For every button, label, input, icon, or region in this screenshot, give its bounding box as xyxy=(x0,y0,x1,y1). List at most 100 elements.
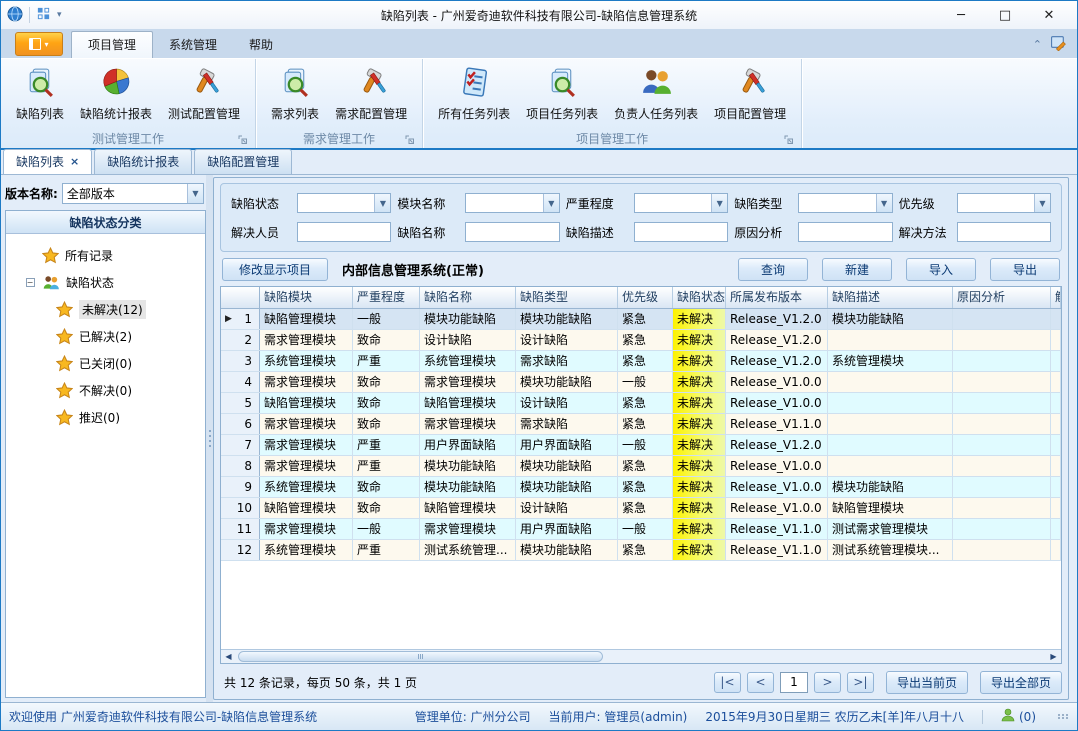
ribbon-button-defect-list[interactable]: 缺陷列表 xyxy=(9,63,71,125)
tree-item-wont-fix[interactable]: 不解决(0) xyxy=(10,377,201,404)
header-defect-name[interactable]: 缺陷名称 xyxy=(420,287,516,308)
cell-defect-module[interactable]: 系统管理模块 xyxy=(260,540,353,560)
ribbon-button-all-task-list[interactable]: 所有任务列表 xyxy=(431,63,517,125)
ribbon-help-icon[interactable] xyxy=(1050,34,1067,54)
cell-release-version[interactable]: Release_V1.2.0 xyxy=(726,435,828,455)
tree-item-all-records[interactable]: 所有记录 xyxy=(10,242,201,269)
cell-defect-module[interactable]: 缺陷管理模块 xyxy=(260,498,353,518)
cell-defect-name[interactable]: 测试系统管理... xyxy=(420,540,516,560)
table-row[interactable]: 10 缺陷管理模块 致命 缺陷管理模块 设计缺陷 紧急 未解决 Release_… xyxy=(221,498,1061,519)
cell-defect-status[interactable]: 未解决 xyxy=(673,498,726,518)
dialog-launcher-icon[interactable] xyxy=(405,134,415,144)
tree-item-unresolved[interactable]: 未解决(12) xyxy=(10,296,201,323)
next-page-button[interactable]: > xyxy=(814,672,841,693)
cell-cause-analysis[interactable] xyxy=(953,330,1051,350)
cell-priority[interactable]: 紧急 xyxy=(618,540,673,560)
header-defect-status[interactable]: 缺陷状态 xyxy=(673,287,726,308)
new-button[interactable]: 新建 xyxy=(822,258,892,281)
export-button[interactable]: 导出 xyxy=(990,258,1060,281)
cell-defect-type[interactable]: 设计缺陷 xyxy=(516,498,618,518)
cell-release-version[interactable]: Release_V1.0.0 xyxy=(726,372,828,392)
cell-defect-type[interactable]: 用户界面缺陷 xyxy=(516,435,618,455)
maximize-button[interactable]: □ xyxy=(983,2,1027,28)
cell-defect-module[interactable]: 需求管理模块 xyxy=(260,414,353,434)
doc-tab-defect-config-management[interactable]: 缺陷配置管理 xyxy=(194,149,292,174)
cell-defect-name[interactable]: 用户界面缺陷 xyxy=(420,435,516,455)
cell-defect-name[interactable]: 需求管理模块 xyxy=(420,519,516,539)
cell-severity[interactable]: 严重 xyxy=(353,435,420,455)
cell-cause-analysis[interactable] xyxy=(953,477,1051,497)
tab-help[interactable]: 帮助 xyxy=(233,32,289,58)
quick-access-grid-icon[interactable] xyxy=(36,6,51,24)
cell-cause-analysis[interactable] xyxy=(953,393,1051,413)
page-input[interactable] xyxy=(780,672,808,693)
cell-defect-status[interactable]: 未解决 xyxy=(673,519,726,539)
cell-defect-type[interactable]: 模块功能缺陷 xyxy=(516,372,618,392)
cell-cause-analysis[interactable] xyxy=(953,351,1051,371)
scroll-left-arrow-icon[interactable]: ◀ xyxy=(221,652,236,661)
close-button[interactable]: ✕ xyxy=(1027,2,1071,28)
cell-defect-status[interactable]: 未解决 xyxy=(673,456,726,476)
cell-defect-type[interactable]: 模块功能缺陷 xyxy=(516,456,618,476)
dialog-launcher-icon[interactable] xyxy=(784,134,794,144)
ribbon-button-project-config-management[interactable]: 项目配置管理 xyxy=(707,63,793,125)
resize-grip[interactable] xyxy=(1058,714,1069,719)
tree-item-postponed[interactable]: 推迟(0) xyxy=(10,404,201,431)
ribbon-button-test-config-management[interactable]: 测试配置管理 xyxy=(161,63,247,125)
cell-cause-analysis[interactable] xyxy=(953,414,1051,434)
ribbon-button-requirement-config-management[interactable]: 需求配置管理 xyxy=(328,63,414,125)
dropdown-arrow-icon[interactable]: ▼ xyxy=(374,194,390,212)
cell-defect-type[interactable]: 设计缺陷 xyxy=(516,330,618,350)
filter-defect-status-select[interactable]: ▼ xyxy=(297,193,391,213)
panel-splitter[interactable] xyxy=(206,175,213,702)
cell-defect-type[interactable]: 设计缺陷 xyxy=(516,393,618,413)
version-select[interactable]: 全部版本 ▼ xyxy=(62,183,204,204)
cell-severity[interactable]: 严重 xyxy=(353,540,420,560)
cell-defect-status[interactable]: 未解决 xyxy=(673,435,726,455)
table-row[interactable]: 4 需求管理模块 致命 需求管理模块 模块功能缺陷 一般 未解决 Release… xyxy=(221,372,1061,393)
cell-defect-module[interactable]: 需求管理模块 xyxy=(260,435,353,455)
table-row[interactable]: 9 系统管理模块 致命 模块功能缺陷 模块功能缺陷 紧急 未解决 Release… xyxy=(221,477,1061,498)
table-row[interactable]: 6 需求管理模块 致命 需求管理模块 需求缺陷 紧急 未解决 Release_V… xyxy=(221,414,1061,435)
table-row[interactable]: 12 系统管理模块 严重 测试系统管理... 模块功能缺陷 紧急 未解决 Rel… xyxy=(221,540,1061,561)
cell-defect-type[interactable]: 需求缺陷 xyxy=(516,414,618,434)
ribbon-button-defect-stats-report[interactable]: 缺陷统计报表 xyxy=(73,63,159,125)
cell-severity[interactable]: 致命 xyxy=(353,477,420,497)
cell-solution[interactable] xyxy=(1051,309,1061,329)
cell-defect-desc[interactable] xyxy=(828,330,953,350)
cell-severity[interactable]: 致命 xyxy=(353,393,420,413)
cell-priority[interactable]: 紧急 xyxy=(618,351,673,371)
cell-defect-module[interactable]: 需求管理模块 xyxy=(260,372,353,392)
table-row[interactable]: 3 系统管理模块 严重 系统管理模块 需求缺陷 紧急 未解决 Release_V… xyxy=(221,351,1061,372)
cell-solution[interactable] xyxy=(1051,456,1061,476)
cell-priority[interactable]: 紧急 xyxy=(618,477,673,497)
dropdown-arrow-icon[interactable]: ▼ xyxy=(876,194,892,212)
tree-item-defect-status[interactable]: − 缺陷状态 xyxy=(10,269,201,296)
doc-tab-defect-list[interactable]: 缺陷列表 × xyxy=(3,149,92,174)
cell-defect-status[interactable]: 未解决 xyxy=(673,309,726,329)
cell-cause-analysis[interactable] xyxy=(953,372,1051,392)
table-row[interactable]: 5 缺陷管理模块 致命 缺陷管理模块 设计缺陷 紧急 未解决 Release_V… xyxy=(221,393,1061,414)
cell-defect-desc[interactable]: 模块功能缺陷 xyxy=(828,477,953,497)
import-button[interactable]: 导入 xyxy=(906,258,976,281)
cell-release-version[interactable]: Release_V1.1.0 xyxy=(726,519,828,539)
dropdown-arrow-icon[interactable]: ▼ xyxy=(543,194,559,212)
table-row[interactable]: 7 需求管理模块 严重 用户界面缺陷 用户界面缺陷 一般 未解决 Release… xyxy=(221,435,1061,456)
cell-cause-analysis[interactable] xyxy=(953,540,1051,560)
cell-release-version[interactable]: Release_V1.0.0 xyxy=(726,477,828,497)
cell-severity[interactable]: 严重 xyxy=(353,456,420,476)
cell-cause-analysis[interactable] xyxy=(953,456,1051,476)
cell-cause-analysis[interactable] xyxy=(953,309,1051,329)
cell-defect-status[interactable]: 未解决 xyxy=(673,372,726,392)
cell-release-version[interactable]: Release_V1.2.0 xyxy=(726,351,828,371)
header-priority[interactable]: 优先级 xyxy=(618,287,673,308)
ribbon-button-project-task-list[interactable]: 项目任务列表 xyxy=(519,63,605,125)
collapse-node-icon[interactable]: − xyxy=(26,278,35,287)
filter-module-name-select[interactable]: ▼ xyxy=(465,193,559,213)
cell-severity[interactable]: 一般 xyxy=(353,309,420,329)
ribbon-button-requirement-list[interactable]: 需求列表 xyxy=(264,63,326,125)
cell-priority[interactable]: 紧急 xyxy=(618,498,673,518)
cell-priority[interactable]: 紧急 xyxy=(618,330,673,350)
cell-defect-desc[interactable] xyxy=(828,393,953,413)
cell-priority[interactable]: 紧急 xyxy=(618,414,673,434)
